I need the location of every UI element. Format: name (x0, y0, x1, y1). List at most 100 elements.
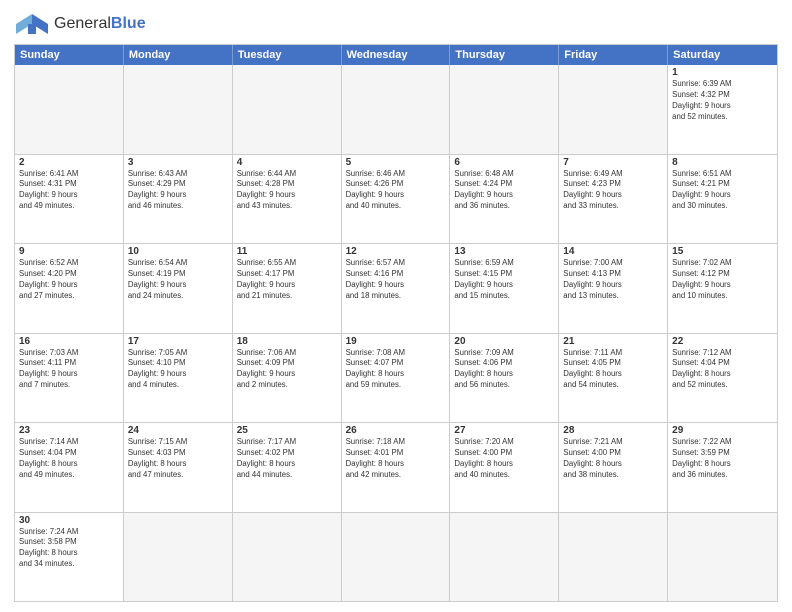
day-info: Sunrise: 6:59 AM Sunset: 4:15 PM Dayligh… (454, 258, 554, 302)
calendar-cell: 6Sunrise: 6:48 AM Sunset: 4:24 PM Daylig… (450, 155, 559, 244)
calendar-row-3: 16Sunrise: 7:03 AM Sunset: 4:11 PM Dayli… (15, 334, 777, 424)
calendar-cell: 5Sunrise: 6:46 AM Sunset: 4:26 PM Daylig… (342, 155, 451, 244)
calendar-cell (342, 65, 451, 154)
calendar-cell: 7Sunrise: 6:49 AM Sunset: 4:23 PM Daylig… (559, 155, 668, 244)
day-number: 14 (563, 246, 663, 257)
day-info: Sunrise: 6:51 AM Sunset: 4:21 PM Dayligh… (672, 169, 773, 213)
day-number: 19 (346, 336, 446, 347)
calendar-row-5: 30Sunrise: 7:24 AM Sunset: 3:58 PM Dayli… (15, 513, 777, 602)
calendar-body: 1Sunrise: 6:39 AM Sunset: 4:32 PM Daylig… (15, 65, 777, 601)
day-number: 22 (672, 336, 773, 347)
day-number: 15 (672, 246, 773, 257)
calendar-cell: 8Sunrise: 6:51 AM Sunset: 4:21 PM Daylig… (668, 155, 777, 244)
calendar-cell: 13Sunrise: 6:59 AM Sunset: 4:15 PM Dayli… (450, 244, 559, 333)
calendar-cell (124, 65, 233, 154)
day-info: Sunrise: 7:03 AM Sunset: 4:11 PM Dayligh… (19, 348, 119, 392)
day-info: Sunrise: 7:24 AM Sunset: 3:58 PM Dayligh… (19, 527, 119, 571)
day-number: 18 (237, 336, 337, 347)
header: GeneralBlue (14, 10, 778, 38)
calendar-cell: 27Sunrise: 7:20 AM Sunset: 4:00 PM Dayli… (450, 423, 559, 512)
day-info: Sunrise: 6:48 AM Sunset: 4:24 PM Dayligh… (454, 169, 554, 213)
calendar-cell: 4Sunrise: 6:44 AM Sunset: 4:28 PM Daylig… (233, 155, 342, 244)
calendar-cell: 22Sunrise: 7:12 AM Sunset: 4:04 PM Dayli… (668, 334, 777, 423)
day-number: 7 (563, 157, 663, 168)
day-number: 17 (128, 336, 228, 347)
day-info: Sunrise: 6:43 AM Sunset: 4:29 PM Dayligh… (128, 169, 228, 213)
calendar-cell: 20Sunrise: 7:09 AM Sunset: 4:06 PM Dayli… (450, 334, 559, 423)
day-number: 28 (563, 425, 663, 436)
calendar-cell (233, 513, 342, 602)
day-number: 25 (237, 425, 337, 436)
day-number: 24 (128, 425, 228, 436)
day-number: 21 (563, 336, 663, 347)
calendar-cell: 2Sunrise: 6:41 AM Sunset: 4:31 PM Daylig… (15, 155, 124, 244)
calendar-cell (15, 65, 124, 154)
calendar-cell: 14Sunrise: 7:00 AM Sunset: 4:13 PM Dayli… (559, 244, 668, 333)
day-info: Sunrise: 7:06 AM Sunset: 4:09 PM Dayligh… (237, 348, 337, 392)
day-number: 27 (454, 425, 554, 436)
day-info: Sunrise: 7:22 AM Sunset: 3:59 PM Dayligh… (672, 437, 773, 481)
calendar-cell: 28Sunrise: 7:21 AM Sunset: 4:00 PM Dayli… (559, 423, 668, 512)
day-info: Sunrise: 6:52 AM Sunset: 4:20 PM Dayligh… (19, 258, 119, 302)
day-number: 20 (454, 336, 554, 347)
logo-icon (14, 10, 50, 38)
day-info: Sunrise: 6:49 AM Sunset: 4:23 PM Dayligh… (563, 169, 663, 213)
weekday-header-monday: Monday (124, 45, 233, 65)
calendar-cell (668, 513, 777, 602)
calendar-cell: 30Sunrise: 7:24 AM Sunset: 3:58 PM Dayli… (15, 513, 124, 602)
weekday-header-friday: Friday (559, 45, 668, 65)
logo-text: GeneralBlue (54, 14, 146, 33)
day-number: 23 (19, 425, 119, 436)
day-number: 5 (346, 157, 446, 168)
calendar-row-1: 2Sunrise: 6:41 AM Sunset: 4:31 PM Daylig… (15, 155, 777, 245)
calendar-row-2: 9Sunrise: 6:52 AM Sunset: 4:20 PM Daylig… (15, 244, 777, 334)
day-info: Sunrise: 7:14 AM Sunset: 4:04 PM Dayligh… (19, 437, 119, 481)
calendar-cell: 16Sunrise: 7:03 AM Sunset: 4:11 PM Dayli… (15, 334, 124, 423)
logo: GeneralBlue (14, 10, 146, 38)
day-info: Sunrise: 7:09 AM Sunset: 4:06 PM Dayligh… (454, 348, 554, 392)
day-number: 9 (19, 246, 119, 257)
day-info: Sunrise: 6:57 AM Sunset: 4:16 PM Dayligh… (346, 258, 446, 302)
day-number: 29 (672, 425, 773, 436)
day-number: 1 (672, 67, 773, 78)
calendar-header: SundayMondayTuesdayWednesdayThursdayFrid… (15, 45, 777, 65)
calendar-cell: 24Sunrise: 7:15 AM Sunset: 4:03 PM Dayli… (124, 423, 233, 512)
calendar-cell: 12Sunrise: 6:57 AM Sunset: 4:16 PM Dayli… (342, 244, 451, 333)
day-info: Sunrise: 7:00 AM Sunset: 4:13 PM Dayligh… (563, 258, 663, 302)
day-info: Sunrise: 7:15 AM Sunset: 4:03 PM Dayligh… (128, 437, 228, 481)
day-info: Sunrise: 6:44 AM Sunset: 4:28 PM Dayligh… (237, 169, 337, 213)
calendar-cell: 18Sunrise: 7:06 AM Sunset: 4:09 PM Dayli… (233, 334, 342, 423)
calendar-row-4: 23Sunrise: 7:14 AM Sunset: 4:04 PM Dayli… (15, 423, 777, 513)
day-number: 6 (454, 157, 554, 168)
day-number: 3 (128, 157, 228, 168)
day-info: Sunrise: 6:41 AM Sunset: 4:31 PM Dayligh… (19, 169, 119, 213)
day-info: Sunrise: 7:18 AM Sunset: 4:01 PM Dayligh… (346, 437, 446, 481)
calendar-cell (450, 65, 559, 154)
calendar-cell: 26Sunrise: 7:18 AM Sunset: 4:01 PM Dayli… (342, 423, 451, 512)
day-info: Sunrise: 7:05 AM Sunset: 4:10 PM Dayligh… (128, 348, 228, 392)
day-info: Sunrise: 6:39 AM Sunset: 4:32 PM Dayligh… (672, 79, 773, 123)
day-number: 8 (672, 157, 773, 168)
calendar-cell (559, 513, 668, 602)
weekday-header-thursday: Thursday (450, 45, 559, 65)
calendar-cell: 23Sunrise: 7:14 AM Sunset: 4:04 PM Dayli… (15, 423, 124, 512)
day-info: Sunrise: 7:20 AM Sunset: 4:00 PM Dayligh… (454, 437, 554, 481)
day-info: Sunrise: 7:02 AM Sunset: 4:12 PM Dayligh… (672, 258, 773, 302)
weekday-header-tuesday: Tuesday (233, 45, 342, 65)
calendar: SundayMondayTuesdayWednesdayThursdayFrid… (14, 44, 778, 602)
day-number: 10 (128, 246, 228, 257)
day-number: 16 (19, 336, 119, 347)
page: GeneralBlue SundayMondayTuesdayWednesday… (0, 0, 792, 612)
calendar-cell: 15Sunrise: 7:02 AM Sunset: 4:12 PM Dayli… (668, 244, 777, 333)
day-number: 30 (19, 515, 119, 526)
day-info: Sunrise: 7:11 AM Sunset: 4:05 PM Dayligh… (563, 348, 663, 392)
day-number: 2 (19, 157, 119, 168)
calendar-cell (233, 65, 342, 154)
calendar-cell (124, 513, 233, 602)
day-info: Sunrise: 7:21 AM Sunset: 4:00 PM Dayligh… (563, 437, 663, 481)
weekday-header-saturday: Saturday (668, 45, 777, 65)
day-info: Sunrise: 7:17 AM Sunset: 4:02 PM Dayligh… (237, 437, 337, 481)
calendar-cell: 19Sunrise: 7:08 AM Sunset: 4:07 PM Dayli… (342, 334, 451, 423)
calendar-cell: 9Sunrise: 6:52 AM Sunset: 4:20 PM Daylig… (15, 244, 124, 333)
day-number: 11 (237, 246, 337, 257)
